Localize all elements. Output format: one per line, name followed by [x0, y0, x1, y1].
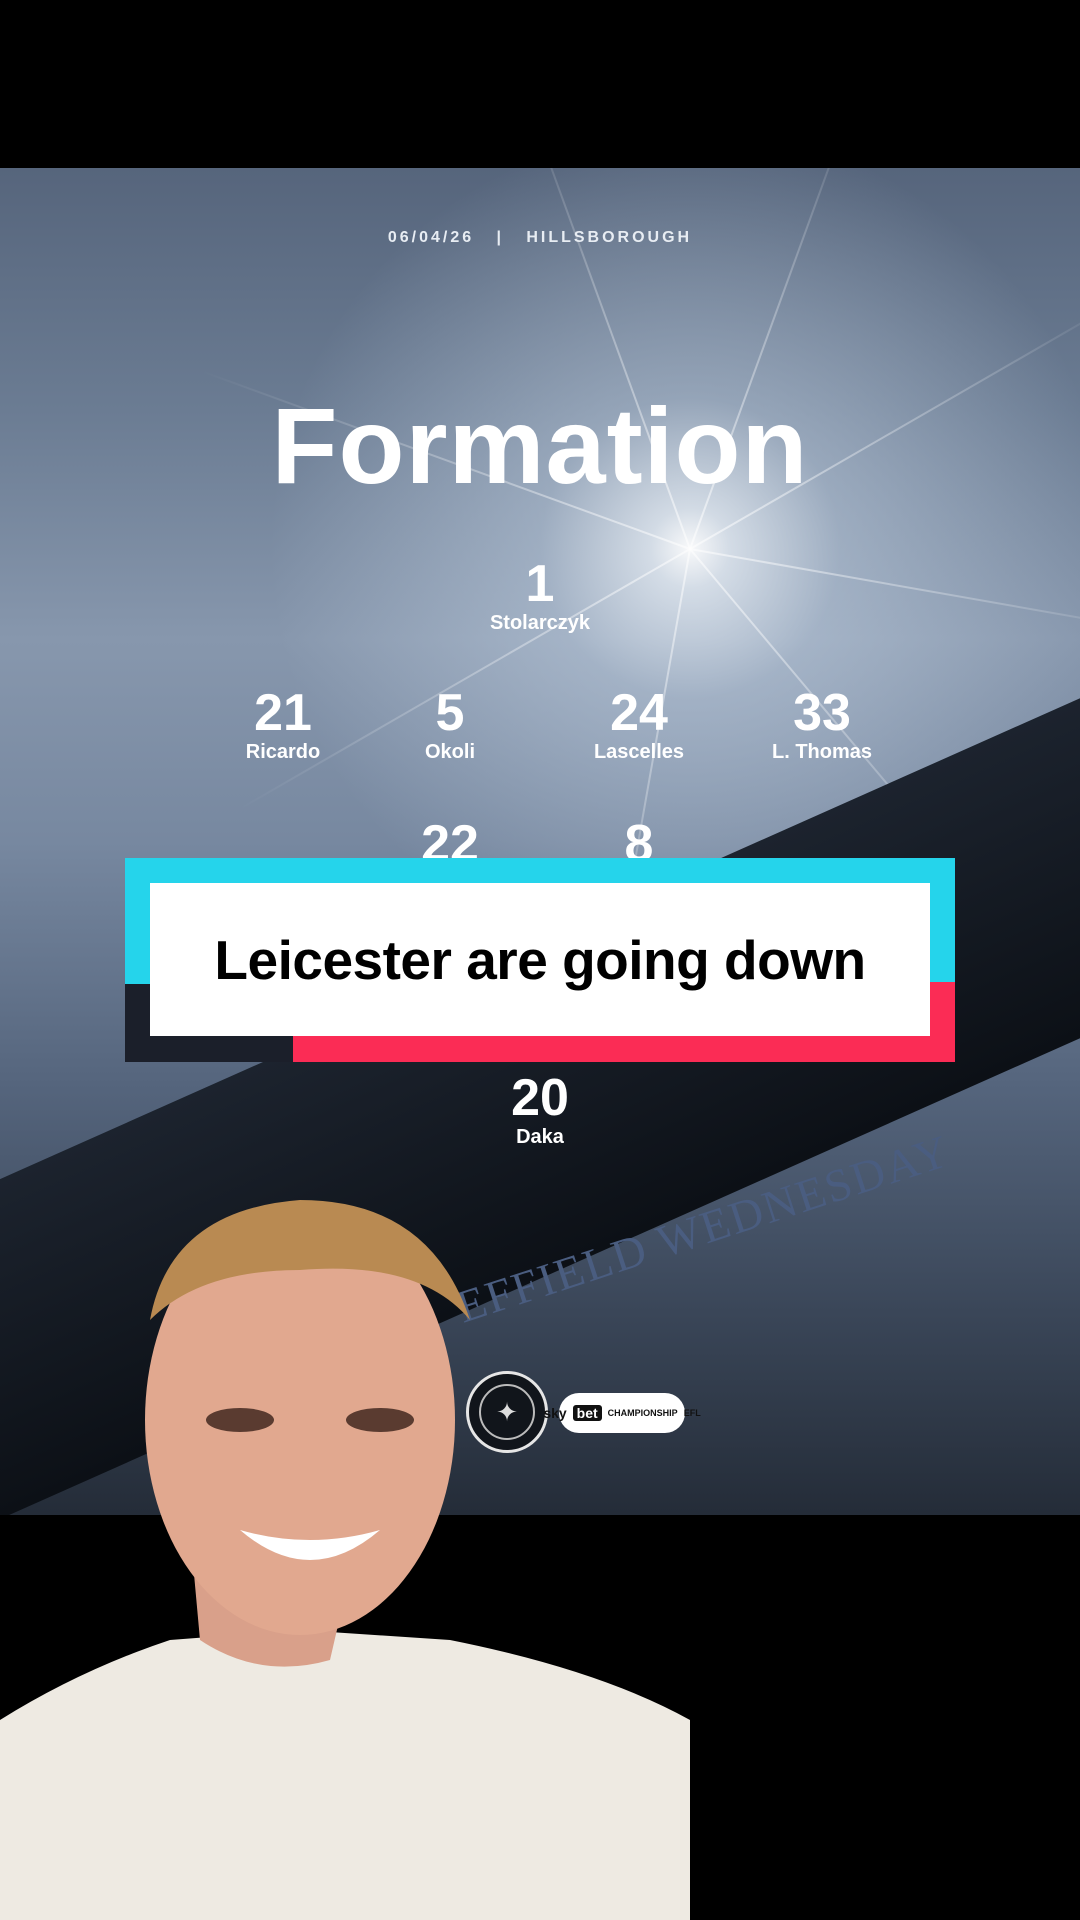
- caption-text: Leicester are going down: [150, 883, 930, 1036]
- caption-box: Leicester are going down: [125, 858, 955, 1062]
- match-venue: HILLSBOROUGH: [526, 229, 693, 246]
- player-forward: 20 Daka: [440, 1072, 640, 1149]
- page-title: Formation: [271, 385, 809, 506]
- player-defender: 5 Okoli: [350, 687, 550, 764]
- player-defender: 24 Lascelles: [539, 687, 739, 764]
- player-name: Daka: [516, 1126, 564, 1148]
- player-goalkeeper: 1 Stolarczyk: [440, 558, 640, 635]
- separator: |: [496, 229, 504, 246]
- match-info: 06/04/26 | HILLSBOROUGH: [0, 229, 1080, 247]
- player-name: Okoli: [424, 741, 475, 763]
- player-number: 33: [793, 684, 851, 742]
- player-name: Lascelles: [593, 741, 685, 763]
- player-number: 24: [610, 684, 668, 742]
- player-number: 5: [435, 684, 465, 742]
- player-number: 20: [511, 1069, 569, 1127]
- player-name: L. Thomas: [771, 741, 872, 763]
- presenter-photo: [0, 1200, 690, 1920]
- player-number: 1: [525, 555, 555, 613]
- player-defender: 33 L. Thomas: [722, 687, 922, 764]
- match-date: 06/04/26: [387, 229, 475, 246]
- player-name: Stolarczyk: [489, 612, 591, 634]
